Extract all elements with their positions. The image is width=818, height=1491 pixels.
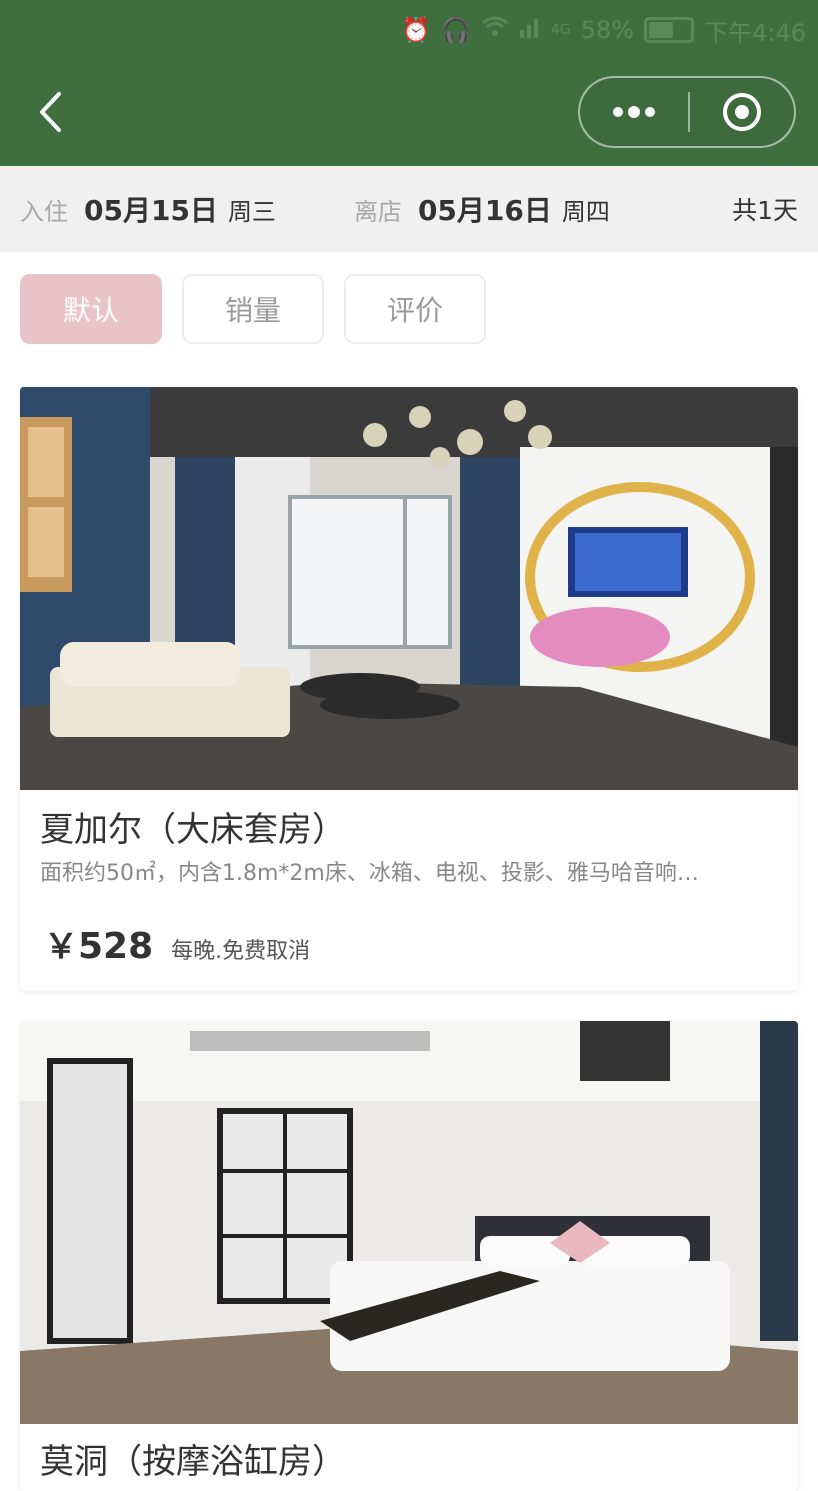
- sort-default-button[interactable]: 默认: [20, 274, 162, 344]
- more-button[interactable]: [580, 78, 688, 146]
- status-bar: ⏰ 🎧 4G 58% 下午4:46: [401, 12, 806, 48]
- alarm-icon: ⏰: [401, 16, 432, 44]
- signal-icon: [519, 12, 541, 48]
- headset-icon: 🎧: [441, 16, 471, 44]
- sort-rating-button[interactable]: 评价: [344, 274, 486, 344]
- battery-icon: [644, 17, 695, 43]
- target-circle-icon: [723, 93, 761, 131]
- room-photo: [20, 387, 798, 790]
- checkout-weekday: 周四: [561, 198, 610, 226]
- stay-date-bar: 入住 05月15日 周三 离店 05月16日 周四 共1天: [0, 166, 818, 252]
- checkin-selector[interactable]: 入住 05月15日 周三: [20, 189, 276, 229]
- stay-total-days: 共1天: [732, 196, 798, 225]
- checkout-date: 05月16日: [417, 194, 552, 227]
- checkin-label: 入住: [20, 198, 68, 226]
- price-note: 每晚.免费取消: [171, 939, 311, 964]
- close-button[interactable]: [690, 78, 794, 146]
- more-dots-icon: [613, 106, 655, 118]
- battery-percent: 58%: [580, 16, 635, 44]
- room-description: 面积约50㎡，内含1.8m*2m床、冰箱、电视、投影、雅马哈音响…: [40, 861, 699, 886]
- wifi-icon: [481, 12, 509, 48]
- clock: 下午4:46: [704, 18, 806, 47]
- room-name: 莫洞（按摩浴缸房）: [40, 1442, 346, 1482]
- signal-4g-icon: 4G: [550, 22, 571, 38]
- price-value: 528: [78, 926, 154, 967]
- checkin-weekday: 周三: [227, 198, 276, 226]
- room-card[interactable]: 夏加尔（大床套房） 面积约50㎡，内含1.8m*2m床、冰箱、电视、投影、雅马哈…: [20, 387, 798, 990]
- room-name: 夏加尔（大床套房）: [40, 810, 346, 850]
- sort-options: 默认 销量 评价: [20, 274, 486, 344]
- checkout-label: 离店: [353, 198, 402, 226]
- room-photo: [20, 1021, 798, 1424]
- mini-program-capsule: [578, 76, 796, 148]
- room-card[interactable]: 莫洞（按摩浴缸房）: [20, 1021, 798, 1491]
- checkout-selector[interactable]: 离店 05月16日 周四: [354, 189, 610, 229]
- sort-sales-button[interactable]: 销量: [182, 274, 324, 344]
- app-header: ⏰ 🎧 4G 58% 下午4:46: [0, 0, 818, 166]
- price-currency: ￥: [44, 927, 78, 967]
- chevron-left-icon: [40, 92, 61, 132]
- room-price: ￥ 528 每晚.免费取消: [44, 919, 310, 968]
- checkin-date: 05月15日: [84, 194, 218, 227]
- back-button[interactable]: [30, 90, 70, 134]
